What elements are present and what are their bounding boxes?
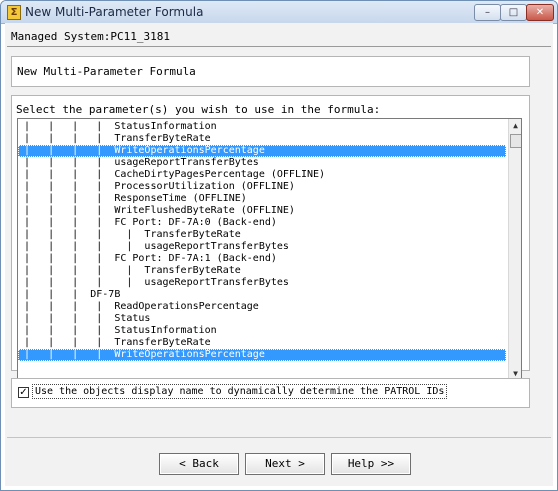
scroll-up-arrow-icon[interactable]: ▲ (509, 119, 521, 132)
close-button[interactable]: ✕ (526, 4, 554, 21)
parameter-list-item[interactable]: | | | | ResponseTime (OFFLINE) (18, 193, 506, 205)
window-title: New Multi-Parameter Formula (25, 5, 204, 19)
parameter-list-item[interactable]: | | | | TransferByteRate (18, 337, 506, 349)
parameter-list-item[interactable]: | | | | StatusInformation (18, 325, 506, 337)
parameter-list-item[interactable]: | | | | | usageReportTransferBytes (18, 277, 506, 289)
vertical-scrollbar[interactable]: ▲ ▼ (508, 119, 521, 380)
parameter-list-item[interactable]: | | | | usageReportTransferBytes (18, 157, 506, 169)
parameter-list-item-selected[interactable]: | | | | WriteOperationsPercentage (18, 349, 506, 361)
parameter-list-item[interactable]: | | | | ReadOperationsPercentage (18, 301, 506, 313)
dialog-window: Σ New Multi-Parameter Formula – □ ✕ Mana… (0, 0, 558, 491)
bottom-separator (7, 437, 551, 438)
formula-heading-box: New Multi-Parameter Formula (11, 56, 530, 87)
display-name-checkbox[interactable]: ✓ (18, 387, 29, 398)
scroll-thumb[interactable] (510, 134, 521, 148)
dialog-content: Managed System:PC11_3181 New Multi-Param… (5, 23, 553, 486)
focus-outline (18, 349, 506, 361)
focus-outline (18, 145, 506, 157)
parameter-list-item[interactable]: | | | | Status (18, 313, 506, 325)
app-icon: Σ (7, 5, 21, 20)
params-prompt: Select the parameter(s) you wish to use … (16, 103, 381, 116)
title-bar[interactable]: Σ New Multi-Parameter Formula – □ ✕ (1, 1, 557, 24)
parameter-list-item[interactable]: | | | | TransferByteRate (18, 133, 506, 145)
parameter-list-item[interactable]: | | | | FC Port: DF-7A:1 (Back-end) (18, 253, 506, 265)
separator (7, 46, 551, 47)
back-button[interactable]: < Back (159, 453, 239, 475)
parameter-list-item[interactable]: | | | | | usageReportTransferBytes (18, 241, 506, 253)
parameter-list-item[interactable]: | | | | WriteFlushedByteRate (OFFLINE) (18, 205, 506, 217)
parameter-list-item[interactable]: | | | | ProcessorUtilization (OFFLINE) (18, 181, 506, 193)
parameter-list-item[interactable]: | | | | FC Port: DF-7A:0 (Back-end) (18, 217, 506, 229)
formula-heading: New Multi-Parameter Formula (17, 65, 196, 78)
parameter-list-item[interactable]: | | | | CacheDirtyPagesPercentage (OFFLI… (18, 169, 506, 181)
minimize-button[interactable]: – (474, 4, 501, 21)
parameter-list-item[interactable]: | | | | | TransferByteRate (18, 265, 506, 277)
parameter-list[interactable]: | | | | StatusInformation | | | | Transf… (17, 118, 522, 381)
parameter-list-item-selected[interactable]: | | | | WriteOperationsPercentage (18, 145, 506, 157)
next-button[interactable]: Next > (245, 453, 325, 475)
help-button[interactable]: Help >> (331, 453, 411, 475)
parameter-list-item[interactable]: | | | DF-7B (18, 289, 506, 301)
parameter-list-item[interactable]: | | | | StatusInformation (18, 121, 506, 133)
parameter-list-item[interactable]: | | | | | TransferByteRate (18, 229, 506, 241)
managed-system-label: Managed System:PC11_3181 (11, 30, 170, 43)
display-name-checkbox-label[interactable]: Use the objects display name to dynamica… (32, 384, 448, 399)
maximize-button[interactable]: □ (500, 4, 527, 21)
